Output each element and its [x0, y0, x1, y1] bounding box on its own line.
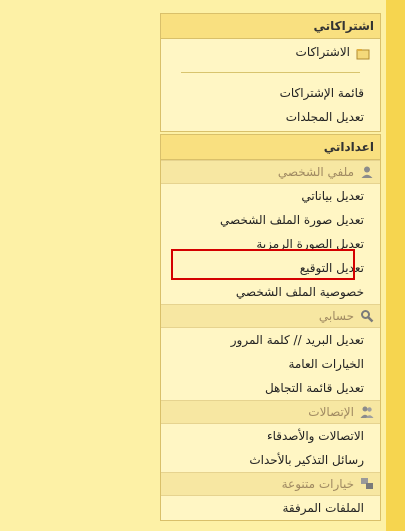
misc-section-header: خيارات متنوعة: [161, 472, 380, 496]
subscriptions-header: اشتراكاتي: [161, 14, 380, 39]
misc-icon: [360, 477, 374, 491]
subscriptions-list-link[interactable]: قائمة الإشتراكات: [161, 81, 380, 105]
general-options-link[interactable]: الخيارات العامة: [161, 352, 380, 376]
edit-details-link[interactable]: تعديل بياناتي: [161, 184, 380, 208]
attachments-link[interactable]: الملفات المرفقة: [161, 496, 380, 520]
contacts-friends-link[interactable]: الاتصالات والأصدقاء: [161, 424, 380, 448]
profile-privacy-link[interactable]: خصوصية الملف الشخصي: [161, 280, 380, 304]
page-right-border: [386, 0, 405, 531]
account-section-title: حسابي: [318, 309, 354, 323]
contacts-section-header: الإتصالات: [161, 400, 380, 424]
signature-highlight-box: [171, 249, 355, 280]
edit-profile-picture-link[interactable]: تعديل صورة الملف الشخصي: [161, 208, 380, 232]
contacts-section-title: الإتصالات: [308, 405, 354, 419]
subscriptions-label: الاشتراكات: [295, 45, 350, 59]
profile-section-title: ملفي الشخصي: [277, 165, 354, 179]
profile-section-header: ملفي الشخصي: [161, 160, 380, 184]
subscriptions-link[interactable]: الاشتراكات: [161, 40, 380, 64]
edit-ignore-list-link[interactable]: تعديل قائمة التجاهل: [161, 376, 380, 400]
edit-folders-link[interactable]: تعديل المجلدات: [161, 105, 380, 129]
edit-email-password-link[interactable]: تعديل البريد // كلمة المرور: [161, 328, 380, 352]
users-icon: [360, 405, 374, 419]
event-reminders-link[interactable]: رسائل التذكير بالأحداث: [161, 448, 380, 472]
subscriptions-panel: اشتراكاتي الاشتراكات قائمة الإشتراكات تع…: [160, 13, 381, 132]
account-section-header: حسابي: [161, 304, 380, 328]
user-icon: [360, 165, 374, 179]
settings-header: اعداداتي: [161, 135, 380, 160]
settings-panel: اعداداتي ملفي الشخصي تعديل بياناتي تعديل…: [160, 134, 381, 521]
magnifier-icon: [360, 309, 374, 323]
divider: [181, 72, 360, 73]
folder-icon: [356, 45, 370, 60]
misc-section-title: خيارات متنوعة: [281, 477, 354, 491]
